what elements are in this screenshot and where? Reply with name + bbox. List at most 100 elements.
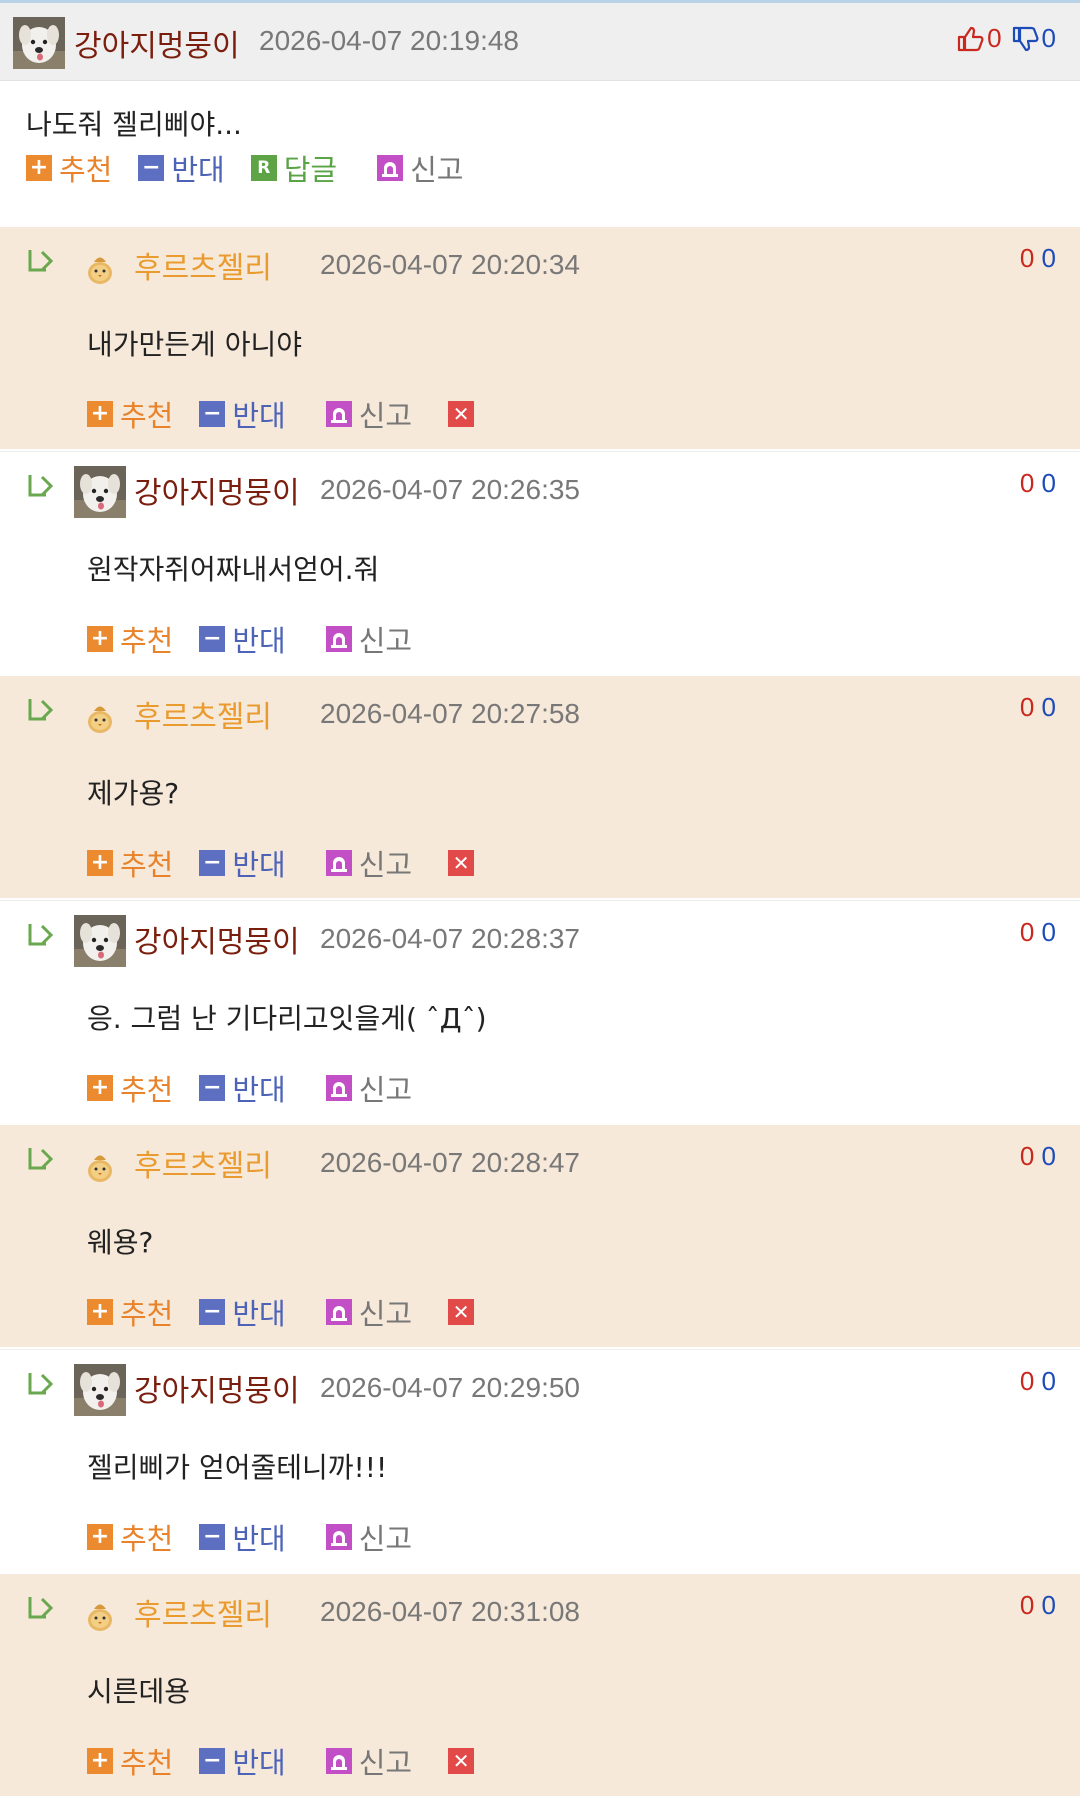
oppose-button[interactable]: − 반대 <box>199 393 286 435</box>
comment-actions: + 추천 − 반대 신고 <box>87 1516 438 1558</box>
oppose-button[interactable]: − 반대 <box>199 1740 286 1782</box>
minus-icon: − <box>199 850 226 876</box>
recommend-button[interactable]: + 추천 <box>87 393 173 435</box>
reply-list: 후르츠젤리 2026-04-07 20:20:34 0 0 내가만든게 아니야 + 추천 −… <box>0 227 1080 1798</box>
recommend-button[interactable]: + 추천 <box>87 1740 173 1782</box>
minus-icon: − <box>199 1075 226 1101</box>
reply-comment: 강아지멍뭉이 2026-04-07 20:28:37 0 0 응. 그럼 난 기다리고… <box>0 900 1080 1125</box>
report-label: 신고 <box>358 1297 413 1331</box>
comment-author[interactable]: 후르츠젤리 <box>134 692 272 736</box>
dog-avatar[interactable] <box>74 466 126 518</box>
recommend-button[interactable]: + 추천 <box>87 1516 173 1558</box>
comment-author[interactable]: 후르츠젤리 <box>134 1590 272 1634</box>
comment-date: 2026-04-07 20:19:48 <box>259 25 519 56</box>
comment-actions: + 추천 − 반대 신고 ✕ <box>87 842 500 884</box>
delete-button[interactable]: ✕ <box>448 401 475 427</box>
upvote-count[interactable]: 0 <box>1020 1141 1034 1171</box>
downvote-count[interactable]: 0 <box>1042 692 1056 722</box>
reply-arrow-icon <box>28 475 54 497</box>
report-button[interactable]: 신고 <box>325 1291 413 1333</box>
upvote-count[interactable]: 0 <box>1020 1366 1034 1396</box>
downvote-count[interactable]: 0 <box>1042 1141 1056 1171</box>
main-comment-header: 강아지멍뭉이 2026-04-07 20:19:48 0 0 <box>0 3 1080 81</box>
downvote-count[interactable]: 0 <box>1042 468 1056 498</box>
comment-author[interactable]: 후르츠젤리 <box>134 243 272 287</box>
chick-avatar[interactable] <box>82 1149 118 1185</box>
vote-counts: 0 0 <box>1020 1366 1056 1397</box>
report-button[interactable]: 신고 <box>325 1067 413 1109</box>
thumbs-down-icon[interactable] <box>1011 25 1039 53</box>
upvote-count[interactable]: 0 <box>1020 692 1034 722</box>
report-button[interactable]: 신고 <box>377 147 464 189</box>
comment-date: 2026-04-07 20:28:47 <box>320 1147 580 1178</box>
chick-avatar[interactable] <box>82 251 118 287</box>
close-icon: ✕ <box>448 401 475 427</box>
reply-comment: 후르츠젤리 2026-04-07 20:27:58 0 0 제가용? + 추천 − 반대 신고 ✕ <box>0 676 1080 900</box>
plus-icon: + <box>87 401 113 427</box>
delete-button[interactable]: ✕ <box>448 1299 475 1325</box>
comment-text: 응. 그럼 난 기다리고잇을게( ˆДˆ) <box>87 1002 487 1035</box>
comment-date: 2026-04-07 20:31:08 <box>320 1596 580 1627</box>
oppose-label: 반대 <box>171 153 225 187</box>
dog-avatar[interactable] <box>74 915 126 967</box>
oppose-button[interactable]: − 반대 <box>199 1067 286 1109</box>
comment-author[interactable]: 강아지멍뭉이 <box>134 468 300 512</box>
recommend-label: 추천 <box>59 153 113 187</box>
upvote-count[interactable]: 0 <box>1020 1590 1034 1620</box>
report-button[interactable]: 신고 <box>325 1740 412 1782</box>
downvote-count[interactable]: 0 <box>1042 917 1056 947</box>
close-icon: ✕ <box>448 1748 475 1774</box>
upvote-count[interactable]: 0 <box>1020 468 1034 498</box>
recommend-label: 추천 <box>120 1297 174 1331</box>
plus-icon: + <box>87 1524 113 1550</box>
comment-author[interactable]: 강아지멍뭉이 <box>74 21 240 65</box>
reply-button[interactable]: R 답글 <box>250 147 337 189</box>
report-label: 신고 <box>358 399 413 433</box>
report-button[interactable]: 신고 <box>325 1516 412 1558</box>
report-button[interactable]: 신고 <box>325 393 413 435</box>
siren-icon <box>325 1748 352 1774</box>
delete-button[interactable]: ✕ <box>448 1748 475 1774</box>
vote-counts: 0 0 <box>1020 243 1056 274</box>
thumbs-up-icon[interactable] <box>956 25 984 53</box>
upvote-count[interactable]: 0 <box>1020 243 1034 273</box>
comment-actions: + 추천 − 반대 신고 <box>87 618 438 660</box>
delete-button[interactable]: ✕ <box>448 850 475 876</box>
report-label: 신고 <box>358 1073 413 1107</box>
report-button[interactable]: 신고 <box>325 842 412 884</box>
recommend-button[interactable]: + 추천 <box>87 1291 173 1333</box>
reply-icon: R <box>250 155 277 181</box>
comment-author[interactable]: 후르츠젤리 <box>134 1141 272 1185</box>
oppose-label: 반대 <box>232 1746 286 1780</box>
close-icon: ✕ <box>448 850 475 876</box>
downvote-count[interactable]: 0 <box>1042 243 1056 273</box>
minus-icon: − <box>199 1299 226 1325</box>
reply-comment: 후르츠젤리 2026-04-07 20:31:08 0 0 시른데용 + 추천 − 반대 신고 ✕ <box>0 1574 1080 1798</box>
upvote-count[interactable]: 0 <box>1020 917 1034 947</box>
reply-arrow-icon <box>28 1373 54 1395</box>
vote-counts: 0 0 <box>1020 692 1056 723</box>
plus-icon: + <box>87 850 113 876</box>
comment-text: 시른데용 <box>87 1675 191 1708</box>
report-button[interactable]: 신고 <box>325 618 412 660</box>
oppose-button[interactable]: − 반대 <box>199 1291 286 1333</box>
recommend-button[interactable]: + 추천 <box>87 618 173 660</box>
oppose-button[interactable]: − 반대 <box>138 147 225 189</box>
comment-author[interactable]: 강아지멍뭉이 <box>134 917 300 961</box>
chick-avatar[interactable] <box>82 1598 118 1634</box>
chick-avatar[interactable] <box>82 700 118 736</box>
recommend-button[interactable]: + 추천 <box>87 1067 173 1109</box>
oppose-button[interactable]: − 반대 <box>199 618 286 660</box>
dog-avatar[interactable] <box>13 17 65 69</box>
oppose-button[interactable]: − 반대 <box>199 1516 286 1558</box>
dog-avatar[interactable] <box>74 1364 126 1416</box>
downvote-count[interactable]: 0 <box>1042 1366 1056 1396</box>
recommend-button[interactable]: + 추천 <box>87 842 173 884</box>
downvote-count[interactable]: 0 <box>1042 1590 1056 1620</box>
recommend-button[interactable]: + 추천 <box>26 147 112 189</box>
comment-author[interactable]: 강아지멍뭉이 <box>134 1366 300 1410</box>
reply-arrow-icon <box>28 250 54 272</box>
vote-counts: 0 0 <box>1020 468 1056 499</box>
siren-icon <box>325 626 352 652</box>
oppose-button[interactable]: − 반대 <box>199 842 286 884</box>
